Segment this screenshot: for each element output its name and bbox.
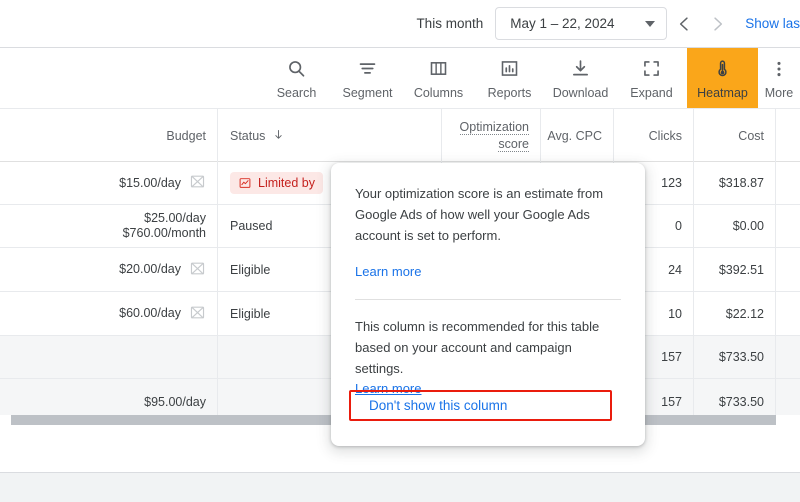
show-last-period-link[interactable]: Show las (745, 16, 800, 31)
dont-show-this-column-link[interactable]: Don't show this column (369, 398, 507, 413)
cell-budget: $60.00/day (0, 292, 217, 335)
budget-amount: $15.00/day (119, 175, 181, 190)
expand-icon (641, 57, 662, 81)
column-header-spacer (775, 109, 800, 162)
toolbar-label-download: Download (552, 85, 609, 100)
more-vertical-icon (769, 57, 789, 81)
column-header-cost[interactable]: Cost (693, 109, 775, 162)
page-root: This month May 1 – 22, 2024 Show las Sea… (0, 0, 800, 502)
segment-icon (357, 57, 378, 81)
column-header-clicks[interactable]: Clicks (613, 109, 693, 162)
cell-spacer (775, 292, 800, 335)
toolbar-button-reports[interactable]: Reports (474, 48, 545, 108)
cell-cost: $22.12 (693, 292, 775, 335)
tooltip-learn-more-link-1[interactable]: Learn more (355, 264, 421, 279)
toolbar-label-segment: Segment (342, 85, 393, 100)
previous-period-button[interactable] (667, 7, 701, 41)
toolbar-label-columns: Columns (413, 85, 464, 100)
columns-icon (428, 57, 449, 81)
toolbar-label-more: More (764, 85, 794, 100)
toolbar-button-heatmap[interactable]: Heatmap (687, 48, 758, 108)
column-header-status-label: Status (230, 128, 266, 143)
download-icon (570, 57, 591, 81)
date-preset-label: This month (416, 16, 484, 31)
budget-amount: $20.00/day (119, 262, 181, 276)
toolbar-label-expand: Expand (630, 85, 673, 100)
cell-spacer (775, 336, 800, 378)
toolbar-button-search[interactable]: Search (261, 48, 332, 108)
cell-spacer (775, 205, 800, 247)
column-header-status[interactable]: Status (217, 109, 441, 162)
budget-amount: $25.00/day (144, 211, 206, 225)
cell-spacer (775, 248, 800, 291)
toolbar-label-search: Search (276, 85, 317, 100)
optimization-score-line1: Optimization (459, 119, 529, 135)
date-range-value: May 1 – 22, 2024 (510, 16, 615, 31)
cell-budget: $20.00/day (0, 248, 217, 291)
optimization-score-tooltip: Your optimization score is an estimate f… (331, 163, 645, 446)
date-range-bar: This month May 1 – 22, 2024 Show las (0, 0, 800, 47)
date-range-select[interactable]: May 1 – 22, 2024 (495, 7, 668, 40)
column-header-optimization-score[interactable]: Optimization score (441, 109, 540, 162)
cell-spacer (775, 162, 800, 204)
cell-cost: $733.50 (693, 336, 775, 378)
chart-disabled-icon (189, 260, 206, 280)
cell-budget: $25.00/day $760.00/month (0, 205, 217, 247)
table-header-row: Budget Status Optimization score Avg. CP… (0, 109, 800, 162)
toolbar-label-heatmap: Heatmap (697, 85, 748, 100)
column-header-avg-cpc[interactable]: Avg. CPC (540, 109, 613, 162)
cell-budget (0, 336, 217, 378)
toolbar-button-expand[interactable]: Expand (616, 48, 687, 108)
toolbar-label-reports: Reports (487, 85, 532, 100)
cell-cost: $0.00 (693, 205, 775, 247)
optimization-score-line2: score (498, 136, 529, 152)
status-badge: Limited by (230, 172, 323, 194)
budget-amount: $60.00/day (119, 306, 181, 320)
chart-disabled-icon (189, 304, 206, 324)
limited-budget-icon (239, 178, 251, 188)
tooltip-divider (355, 299, 621, 300)
toolbar-button-segment[interactable]: Segment (332, 48, 403, 108)
page-footer-strip (0, 472, 800, 502)
chevron-left-icon (680, 16, 688, 31)
cell-cost: $392.51 (693, 248, 775, 291)
chart-disabled-icon (189, 173, 206, 193)
toolbar-button-download[interactable]: Download (545, 48, 616, 108)
chevron-right-icon (714, 16, 723, 31)
thermometer-icon (712, 57, 733, 81)
next-period-button[interactable] (701, 7, 735, 41)
cell-budget: $15.00/day (0, 162, 217, 204)
dont-show-column-highlight[interactable]: Don't show this column (349, 390, 612, 421)
search-icon (286, 57, 307, 81)
tooltip-paragraph-1: Your optimization score is an estimate f… (355, 186, 604, 243)
sort-descending-icon (272, 128, 285, 144)
status-badge-label: Limited by (258, 176, 315, 190)
reports-icon (499, 57, 520, 81)
chevron-down-icon (645, 20, 656, 27)
table-toolbar: Search Segment Columns Reports Download … (0, 47, 800, 109)
cell-cost: $318.87 (693, 162, 775, 204)
budget-amount-monthly: $760.00/month (122, 226, 206, 240)
column-header-budget[interactable]: Budget (0, 109, 217, 162)
toolbar-button-columns[interactable]: Columns (403, 48, 474, 108)
toolbar-button-more[interactable]: More (758, 48, 800, 108)
tooltip-paragraph-2: This column is recommended for this tabl… (355, 319, 600, 376)
